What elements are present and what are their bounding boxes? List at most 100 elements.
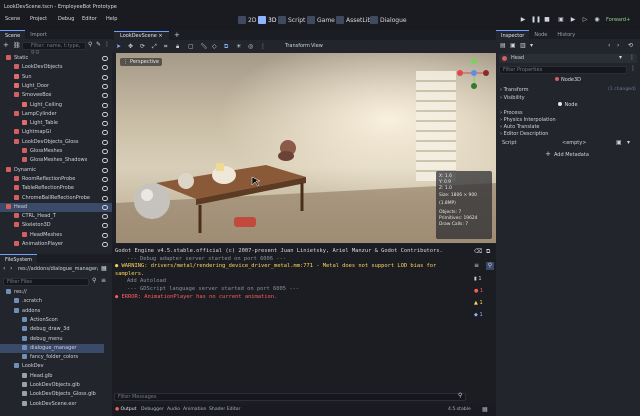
visibility-eye-icon[interactable] bbox=[102, 195, 108, 201]
file-tree-item[interactable]: LookDev bbox=[0, 362, 104, 371]
scene-tree-item[interactable]: ChromeBallReflectionProbe bbox=[0, 194, 112, 203]
filter-errors-badge[interactable]: ● 1 bbox=[474, 288, 494, 296]
file-tree-item[interactable]: ActionScon bbox=[0, 316, 104, 325]
local-space-icon[interactable]: ◇ bbox=[212, 43, 217, 50]
scene-tree-item[interactable]: Light_Ceiling bbox=[0, 101, 112, 110]
tab-scene[interactable]: Scene bbox=[0, 30, 26, 39]
scene-tree-item[interactable]: Sun bbox=[0, 73, 112, 82]
visibility-eye-icon[interactable] bbox=[102, 83, 108, 89]
snap-icon[interactable]: ⧉ bbox=[224, 43, 228, 51]
file-filter-input[interactable]: Filter Files bbox=[3, 278, 89, 286]
file-tree-item[interactable]: fancy_folder_colors bbox=[0, 353, 104, 362]
visibility-eye-icon[interactable] bbox=[102, 74, 108, 80]
file-tree-item[interactable]: res:// bbox=[0, 288, 104, 297]
move-tool-icon[interactable]: ✥ bbox=[128, 43, 133, 50]
menu-help[interactable]: Help bbox=[106, 16, 117, 22]
file-tree-item[interactable]: LookDevScene.exr bbox=[0, 400, 104, 409]
filter-warnings-badge[interactable]: ▲ 1 bbox=[474, 300, 494, 308]
copy-icon[interactable]: ⧉ bbox=[486, 248, 490, 256]
3d-viewport[interactable]: ⋮ Perspective X: 1.6 Y: 0.9 Z: 1.0 Size: … bbox=[116, 53, 496, 243]
tab-history[interactable]: History bbox=[552, 30, 580, 39]
file-tree-item[interactable]: .scratch bbox=[0, 297, 104, 306]
scene-filter-input[interactable]: Filter: name, t:type, g:g bbox=[22, 42, 86, 55]
scene-tree-item[interactable]: Head bbox=[0, 202, 112, 212]
open-resource-icon[interactable]: ▣ bbox=[510, 42, 516, 49]
visibility-eye-icon[interactable] bbox=[102, 121, 108, 127]
file-tree-item[interactable]: Head.glb bbox=[0, 372, 104, 381]
node-selector[interactable]: Head ▾ ⋮ bbox=[499, 54, 637, 63]
scene-tree-item[interactable]: SmoveeBox bbox=[0, 91, 112, 100]
scene-tree-item[interactable]: LampCylinder bbox=[0, 110, 112, 119]
tab-import[interactable]: Import bbox=[25, 30, 52, 39]
filter-icon[interactable]: ⚲ bbox=[88, 41, 92, 48]
back-icon[interactable]: ‹ bbox=[3, 265, 5, 272]
scene-tree-item[interactable]: RoomReflectionProbe bbox=[0, 175, 112, 184]
search-icon[interactable]: ⚲ bbox=[458, 392, 462, 399]
visibility-eye-icon[interactable] bbox=[102, 158, 108, 164]
filter-search-icon[interactable]: ⚲ bbox=[486, 262, 494, 270]
pause-icon[interactable]: ❚❚ bbox=[531, 16, 541, 24]
visibility-eye-icon[interactable] bbox=[102, 223, 108, 229]
visibility-eye-icon[interactable] bbox=[102, 139, 108, 145]
file-tree-item[interactable]: LookDevObjects_Gloss.glb bbox=[0, 390, 104, 399]
tab-audio[interactable]: Audio bbox=[167, 407, 180, 412]
chevron-down-icon[interactable]: ▾ bbox=[627, 139, 630, 146]
scene-tree-item[interactable]: AnimationPlayer bbox=[0, 240, 112, 249]
group-icon[interactable]: ▢ bbox=[188, 43, 194, 50]
visibility-eye-icon[interactable] bbox=[102, 204, 108, 210]
script-value[interactable]: <empty> bbox=[562, 140, 586, 146]
link-icon[interactable]: ⛓ bbox=[13, 42, 21, 49]
visibility-eye-icon[interactable] bbox=[102, 65, 108, 71]
file-tree-item[interactable]: LookDevObjects.glb bbox=[0, 381, 104, 390]
visibility-eye-icon[interactable] bbox=[102, 176, 108, 182]
section-visibility[interactable]: › Visibility bbox=[500, 95, 525, 101]
property-options-icon[interactable]: ⋮ bbox=[630, 65, 636, 72]
visibility-eye-icon[interactable] bbox=[102, 56, 108, 61]
tab-node[interactable]: Node bbox=[529, 30, 552, 39]
collapse-icon[interactable]: ≡ bbox=[474, 262, 479, 269]
scene-tree-item[interactable]: Light_Table bbox=[0, 119, 112, 128]
more-icon[interactable]: ⋮ bbox=[260, 43, 266, 50]
scene-tree-item[interactable]: Skeleton3D bbox=[0, 221, 112, 230]
lock-icon[interactable]: 🔒︎ bbox=[176, 43, 179, 51]
scene-tree-item[interactable]: Light_Door bbox=[0, 82, 112, 91]
menu-editor[interactable]: Editor bbox=[82, 16, 97, 22]
visibility-eye-icon[interactable] bbox=[102, 167, 108, 173]
forward-icon[interactable]: › bbox=[10, 265, 12, 272]
file-tree-item[interactable]: addons bbox=[0, 307, 104, 316]
tab-output[interactable]: ● Output bbox=[115, 407, 136, 412]
filter-editor-badge[interactable]: ◆ 1 bbox=[474, 312, 494, 320]
filter-messages-badge[interactable]: ▮ 1 bbox=[474, 276, 494, 284]
add-metadata-button[interactable]: + Add Metadata bbox=[536, 150, 598, 159]
mode-assetlib[interactable]: AssetLib bbox=[336, 15, 371, 25]
scene-tree-item[interactable]: CTRL_Head_T bbox=[0, 212, 112, 221]
scale-tool-icon[interactable]: ⤢ bbox=[152, 43, 157, 51]
search-icon[interactable]: ⚲ bbox=[92, 277, 96, 284]
resource-options-icon[interactable]: ▾ bbox=[530, 42, 533, 49]
section-physics-interpolation[interactable]: › Physics Interpolation bbox=[500, 117, 556, 123]
movie-icon[interactable]: ◉ bbox=[593, 16, 601, 24]
path-field[interactable]: res://addons/dialogue_manager/ bbox=[18, 266, 98, 272]
tab-animation[interactable]: Animation bbox=[183, 407, 206, 412]
scene-tree-item[interactable]: GlossMeshes_Shadows bbox=[0, 156, 112, 165]
sort-icon[interactable]: ≡ bbox=[101, 277, 106, 284]
scene-tree-item[interactable]: LookDevObjects bbox=[0, 63, 112, 72]
tab-filesystem[interactable]: FileSystem bbox=[0, 254, 38, 263]
tab-lookdevscene[interactable]: LookDevScene × bbox=[114, 31, 169, 40]
tab-shader-editor[interactable]: Shader Editor bbox=[209, 407, 240, 412]
file-tree-item[interactable]: debug_draw_3d bbox=[0, 325, 104, 334]
visibility-eye-icon[interactable] bbox=[102, 149, 108, 154]
scene-tree-item[interactable]: HeadMeshes bbox=[0, 231, 112, 240]
play-custom-icon[interactable]: ▷ bbox=[581, 16, 589, 24]
output-filter-input[interactable]: Filter Messages bbox=[114, 393, 466, 401]
play-scene-icon[interactable]: ▶ bbox=[569, 16, 577, 24]
new-tab-icon[interactable]: + bbox=[174, 31, 180, 39]
property-filter-input[interactable]: Filter Properties bbox=[499, 66, 627, 74]
visibility-eye-icon[interactable] bbox=[102, 214, 108, 220]
section-process[interactable]: › Process bbox=[500, 110, 523, 116]
visibility-eye-icon[interactable] bbox=[102, 102, 108, 108]
script-folder-icon[interactable]: ▣ bbox=[616, 139, 622, 146]
tab-inspector[interactable]: Inspector bbox=[496, 30, 530, 39]
visibility-eye-icon[interactable] bbox=[102, 232, 108, 238]
remote-debug-icon[interactable]: ▣ bbox=[557, 16, 565, 24]
